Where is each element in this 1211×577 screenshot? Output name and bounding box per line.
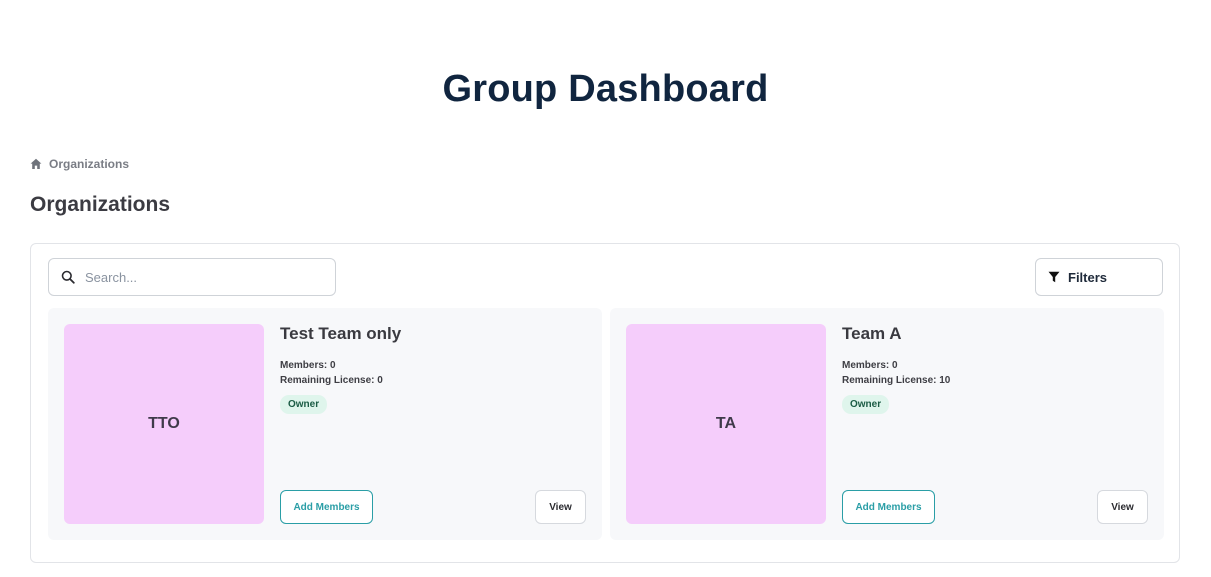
organization-avatar: TA — [626, 324, 826, 524]
remaining-license: Remaining License: 10 — [842, 375, 951, 386]
remaining-license: Remaining License: 0 — [280, 375, 383, 386]
organization-meta: Members: 0 Remaining License: 0 — [280, 358, 586, 388]
organizations-panel: Filters TTO Test Team only Members: 0 Re… — [30, 243, 1180, 563]
search-input[interactable] — [83, 268, 317, 286]
members-count: Members: 0 — [280, 360, 336, 371]
search-icon — [61, 270, 75, 284]
search-field[interactable] — [48, 258, 336, 296]
organization-card: TA Team A Members: 0 Remaining License: … — [610, 308, 1164, 540]
organization-meta: Members: 0 Remaining License: 10 — [842, 358, 1148, 388]
add-members-button[interactable]: Add Members — [842, 490, 935, 524]
filters-label: Filters — [1068, 269, 1108, 285]
organization-name: Test Team only — [280, 324, 402, 343]
members-count: Members: 0 — [842, 360, 898, 371]
filters-button[interactable]: Filters — [1035, 258, 1163, 296]
add-members-button[interactable]: Add Members — [280, 490, 373, 524]
view-button[interactable]: View — [535, 490, 586, 524]
page-title: Group Dashboard — [442, 68, 769, 110]
role-badge: Owner — [842, 395, 890, 414]
organization-info: Team A Members: 0 Remaining License: 10 … — [842, 324, 1148, 524]
organization-avatar: TTO — [64, 324, 264, 524]
breadcrumb-item-organizations[interactable]: Organizations — [49, 157, 129, 171]
section-title: Organizations — [30, 193, 171, 216]
organization-card: TTO Test Team only Members: 0 Remaining … — [48, 308, 602, 540]
breadcrumb: Organizations — [30, 157, 129, 171]
organization-name: Team A — [842, 324, 902, 343]
role-badge: Owner — [280, 395, 328, 414]
view-button[interactable]: View — [1097, 490, 1148, 524]
home-icon[interactable] — [30, 158, 42, 170]
filter-icon — [1048, 271, 1060, 283]
organization-info: Test Team only Members: 0 Remaining Lice… — [280, 324, 586, 524]
